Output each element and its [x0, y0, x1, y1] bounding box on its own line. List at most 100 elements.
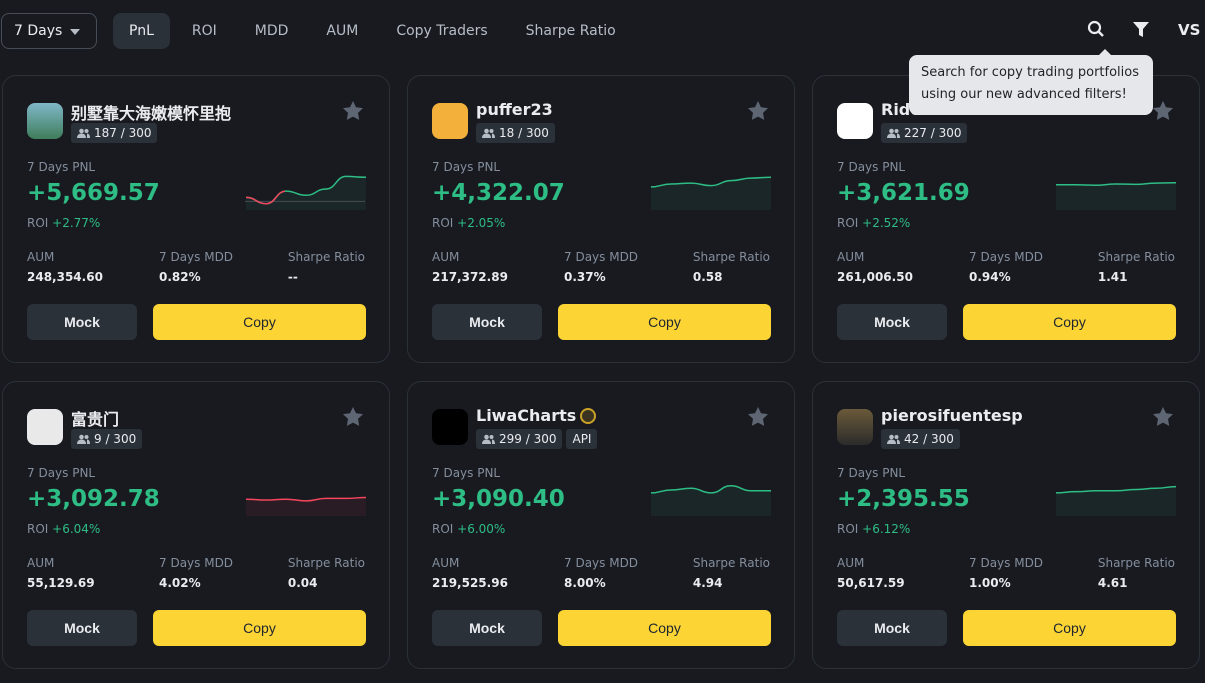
pnl-sparkline: [1056, 181, 1177, 210]
copiers-badge: 9 / 300: [71, 429, 143, 449]
tab-pnl[interactable]: PnL: [113, 13, 170, 49]
star-favorite-icon[interactable]: [748, 101, 768, 120]
mock-button[interactable]: Mock: [27, 304, 137, 340]
aum-stat: AUM 217,372.89: [432, 250, 508, 284]
star-favorite-icon[interactable]: [748, 407, 768, 426]
copy-button[interactable]: Copy: [153, 610, 366, 646]
sharpe-stat: Sharpe Ratio --: [287, 250, 365, 284]
tab-sharpe-ratio[interactable]: Sharpe Ratio: [510, 13, 632, 49]
period-dropdown[interactable]: 7 Days: [1, 13, 97, 49]
mdd-stat: 7 Days MDD 0.94%: [969, 250, 1044, 284]
aum-stat: AUM 248,354.60: [27, 250, 103, 284]
copy-button[interactable]: Copy: [558, 304, 771, 340]
mock-button[interactable]: Mock: [837, 304, 947, 340]
trader-card[interactable]: RideTheWave 227 / 300 7 Days PNL +3,621.…: [812, 75, 1200, 363]
avatar: [837, 103, 873, 139]
roi: ROI +2.52%: [837, 216, 911, 230]
vs-compare-button[interactable]: VS: [1178, 21, 1200, 39]
aum-stat: AUM 261,006.50: [837, 250, 913, 284]
api-badge: API: [566, 429, 598, 449]
users-icon: [887, 434, 900, 444]
mock-button[interactable]: Mock: [432, 610, 542, 646]
roi: ROI +2.77%: [27, 216, 101, 230]
copy-button[interactable]: Copy: [963, 304, 1176, 340]
star-favorite-icon[interactable]: [1153, 101, 1173, 120]
pnl-sparkline: [245, 175, 367, 210]
avatar: [432, 103, 468, 139]
copiers-badge: 42 / 300: [881, 429, 960, 449]
sharpe-stat: Sharpe Ratio 0.04: [287, 556, 365, 590]
filter-tooltip: Search for copy trading portfolios using…: [909, 49, 1153, 115]
filter-icon[interactable]: [1132, 20, 1150, 38]
tab-roi[interactable]: ROI: [176, 13, 233, 49]
aum-stat: AUM 50,617.59: [837, 556, 905, 590]
trader-card[interactable]: 别墅靠大海嫩模怀里抱 187 / 300 7 Days PNL +5,669.5…: [2, 75, 390, 363]
avatar: [27, 409, 63, 445]
roi-value: +2.05%: [457, 216, 506, 230]
aum-stat: AUM 219,525.96: [432, 556, 508, 590]
pnl-sparkline: [650, 485, 771, 516]
sort-tabs: PnL ROI MDD AUM Copy Traders Sharpe Rati…: [113, 13, 638, 49]
pnl-sparkline: [650, 176, 772, 210]
pnl-label: 7 Days PNL: [837, 466, 906, 480]
trader-card[interactable]: puffer23 18 / 300 7 Days PNL +4,322.07 R…: [407, 75, 795, 363]
trader-card[interactable]: 富贵门 9 / 300 7 Days PNL +3,092.78 ROI +6.…: [2, 381, 390, 669]
star-favorite-icon[interactable]: [343, 407, 363, 426]
trader-name[interactable]: puffer23: [476, 100, 553, 119]
sparkline-area: [246, 176, 366, 210]
copiers-count: 187 / 300: [94, 126, 152, 140]
users-icon: [77, 434, 90, 444]
pnl-sparkline: [245, 496, 367, 516]
search-icon[interactable]: [1087, 20, 1105, 38]
pnl-value: +2,395.55: [837, 486, 970, 512]
sharpe-stat: Sharpe Ratio 4.61: [1097, 556, 1175, 590]
pnl-value: +4,322.07: [432, 180, 565, 206]
star-favorite-icon[interactable]: [1153, 407, 1173, 426]
pnl-sparkline: [1055, 485, 1177, 516]
copiers-badge: 299 / 300: [476, 429, 563, 449]
trader-name[interactable]: pierosifuentesp: [881, 406, 1023, 425]
aum-stat: AUM 55,129.69: [27, 556, 95, 590]
star-favorite-icon[interactable]: [343, 101, 363, 120]
mock-button[interactable]: Mock: [27, 610, 137, 646]
mdd-stat: 7 Days MDD 1.00%: [969, 556, 1044, 590]
mdd-stat: 7 Days MDD 4.02%: [159, 556, 234, 590]
copy-button[interactable]: Copy: [153, 304, 366, 340]
copiers-badge: 187 / 300: [71, 123, 158, 143]
chevron-down-icon: [70, 29, 80, 35]
trader-card[interactable]: LiwaCharts 299 / 300 API 7 Days PNL +3,0…: [407, 381, 795, 669]
copiers-count: 18 / 300: [499, 126, 549, 140]
sharpe-stat: Sharpe Ratio 0.58: [692, 250, 770, 284]
roi-value: +6.04%: [52, 522, 101, 536]
trader-name[interactable]: LiwaCharts: [476, 406, 576, 425]
mock-button[interactable]: Mock: [432, 304, 542, 340]
mdd-stat: 7 Days MDD 0.37%: [564, 250, 639, 284]
copy-button[interactable]: Copy: [558, 610, 771, 646]
tab-aum[interactable]: AUM: [310, 13, 374, 49]
mock-button[interactable]: Mock: [837, 610, 947, 646]
avatar: [432, 409, 468, 445]
trader-name[interactable]: 别墅靠大海嫩模怀里抱: [71, 100, 231, 124]
avatar: [837, 409, 873, 445]
copiers-count: 9 / 300: [94, 432, 137, 446]
users-icon: [482, 434, 495, 444]
users-icon: [77, 128, 90, 138]
trader-name[interactable]: 富贵门: [71, 406, 119, 430]
trader-card[interactable]: pierosifuentesp 42 / 300 7 Days PNL +2,3…: [812, 381, 1200, 669]
copiers-badge: 18 / 300: [476, 123, 555, 143]
top-bar: 7 Days PnL ROI MDD AUM Copy Traders Shar…: [0, 0, 1205, 62]
pnl-value: +5,669.57: [27, 180, 160, 206]
sparkline-area: [1056, 182, 1176, 210]
sharpe-stat: Sharpe Ratio 4.94: [692, 556, 770, 590]
copiers-badge: 227 / 300: [881, 123, 968, 143]
copiers-count: 42 / 300: [904, 432, 954, 446]
sparkline-area: [651, 177, 771, 210]
pnl-label: 7 Days PNL: [432, 160, 501, 174]
tab-mdd[interactable]: MDD: [239, 13, 305, 49]
mdd-stat: 7 Days MDD 0.82%: [159, 250, 234, 284]
tab-copy-traders[interactable]: Copy Traders: [380, 13, 503, 49]
copiers-count: 227 / 300: [904, 126, 962, 140]
copy-button[interactable]: Copy: [963, 610, 1176, 646]
users-icon: [887, 128, 900, 138]
roi: ROI +6.00%: [432, 522, 506, 536]
